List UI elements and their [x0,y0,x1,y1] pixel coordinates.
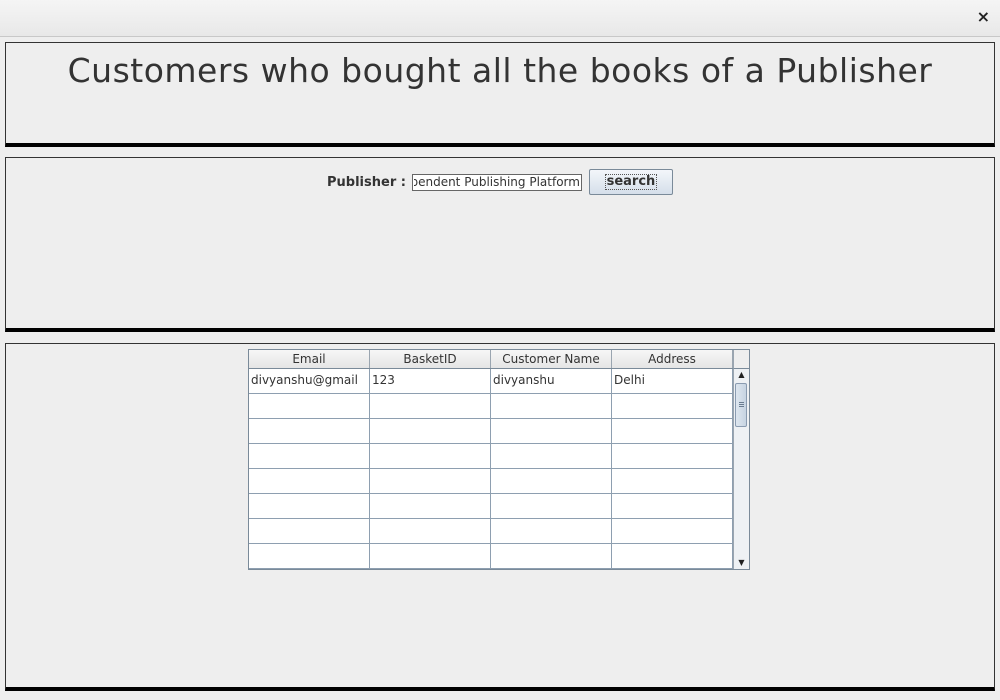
table-corner [733,350,749,369]
title-panel: Customers who bought all the books of a … [5,42,995,147]
results-panel: Email BasketID Customer Name Address div… [5,343,995,691]
table-cell[interactable] [249,419,370,444]
table-body: divyanshu@gmail 123 divyanshu Delhi [249,369,733,569]
table-cell[interactable] [249,469,370,494]
table-cell[interactable]: 123 [370,369,491,394]
scroll-up-icon[interactable]: ▲ [734,369,749,381]
table-cell[interactable] [612,394,733,419]
table-cell[interactable]: Delhi [612,369,733,394]
table-cell[interactable] [612,469,733,494]
table-cell[interactable] [491,419,612,444]
table-cell[interactable] [370,544,491,569]
search-row: Publisher : search [6,169,994,195]
table-row[interactable] [249,444,733,469]
table-cell[interactable] [612,419,733,444]
grip-line [739,402,744,403]
results-table: Email BasketID Customer Name Address div… [248,349,750,570]
table-cell[interactable] [491,444,612,469]
grip-line [739,406,744,407]
table-cell[interactable] [612,519,733,544]
table-cell[interactable] [491,394,612,419]
column-header-customer-name[interactable]: Customer Name [491,350,612,368]
table-cell[interactable] [249,444,370,469]
search-panel: Publisher : search [5,157,995,332]
table-row[interactable] [249,419,733,444]
table-row[interactable] [249,519,733,544]
table-cell[interactable] [612,444,733,469]
table-row[interactable] [249,544,733,569]
table-cell[interactable] [491,494,612,519]
table-cell[interactable] [370,494,491,519]
publisher-label: Publisher : [327,174,406,190]
table-cell[interactable]: divyanshu [491,369,612,394]
table-cell[interactable] [491,544,612,569]
search-button[interactable]: search [588,169,673,195]
table-cell[interactable] [491,469,612,494]
scrollbar-thumb[interactable] [735,383,747,427]
search-button-label: search [604,174,658,190]
column-header-address[interactable]: Address [612,350,733,368]
close-icon[interactable]: × [977,8,990,26]
publisher-input[interactable] [411,173,582,191]
table-row[interactable] [249,394,733,419]
table-cell[interactable] [612,494,733,519]
table-cell[interactable] [249,544,370,569]
table-cell[interactable] [370,469,491,494]
grip-line [739,404,744,405]
table-row[interactable]: divyanshu@gmail 123 divyanshu Delhi [249,369,733,394]
column-header-email[interactable]: Email [249,350,370,368]
table-cell[interactable] [249,494,370,519]
table-cell[interactable]: divyanshu@gmail [249,369,370,394]
table-cell[interactable] [249,519,370,544]
table-row[interactable] [249,494,733,519]
table-row[interactable] [249,469,733,494]
table-cell[interactable] [370,419,491,444]
page-title: Customers who bought all the books of a … [67,51,933,90]
table-cell[interactable] [612,544,733,569]
column-header-basketid[interactable]: BasketID [370,350,491,368]
table-cell[interactable] [370,519,491,544]
table-cell[interactable] [370,444,491,469]
table-cell[interactable] [249,394,370,419]
scroll-down-icon[interactable]: ▼ [734,557,749,569]
table-cell[interactable] [370,394,491,419]
window-titlebar: × [0,0,1000,37]
table-cell[interactable] [491,519,612,544]
vertical-scrollbar[interactable]: ▲ ▼ [733,369,749,569]
table-header: Email BasketID Customer Name Address [249,350,733,369]
